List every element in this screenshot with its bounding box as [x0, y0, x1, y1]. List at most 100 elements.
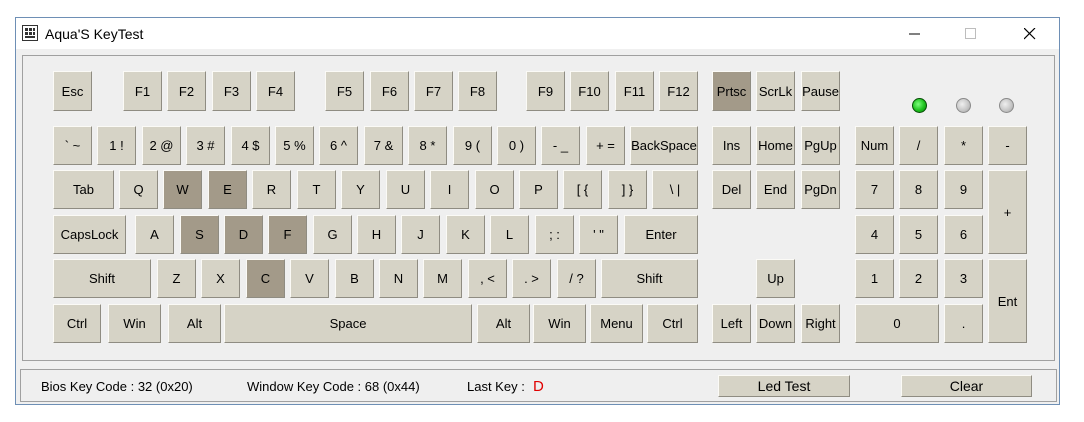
close-button[interactable]	[1007, 18, 1053, 49]
led-test-button[interactable]: Led Test	[718, 375, 850, 397]
key-2-18[interactable]: 2 @	[142, 126, 181, 165]
key-shift-85[interactable]: Shift	[601, 259, 698, 298]
key-b-79[interactable]: B	[335, 259, 374, 298]
key-z-75[interactable]: Z	[157, 259, 196, 298]
key-symbol-34[interactable]: /	[899, 126, 938, 165]
key-pgup-32[interactable]: PgUp	[801, 126, 840, 165]
key-y-43[interactable]: Y	[341, 170, 380, 209]
key-up-86[interactable]: Up	[756, 259, 795, 298]
key-alt-95[interactable]: Alt	[477, 304, 530, 343]
key-1-17[interactable]: 1 !	[97, 126, 136, 165]
key-shift-74[interactable]: Shift	[53, 259, 151, 298]
key-t-42[interactable]: T	[297, 170, 336, 209]
key-v-78[interactable]: V	[290, 259, 329, 298]
key-c-77[interactable]: C	[246, 259, 285, 298]
key-scrlk-14[interactable]: ScrLk	[756, 71, 795, 111]
key-menu-97[interactable]: Menu	[590, 304, 643, 343]
key-right-101[interactable]: Right	[801, 304, 840, 343]
key-f5-5[interactable]: F5	[325, 71, 364, 111]
key-f12-12[interactable]: F12	[659, 71, 698, 111]
key-q-38[interactable]: Q	[119, 170, 158, 209]
key-s-60[interactable]: S	[180, 215, 219, 254]
key-8-55[interactable]: 8	[899, 170, 938, 209]
key-0-26[interactable]: 0 )	[497, 126, 536, 165]
key-9-25[interactable]: 9 (	[453, 126, 492, 165]
key-2-88[interactable]: 2	[899, 259, 938, 298]
key-symbol-82[interactable]: , <	[468, 259, 507, 298]
key-i-45[interactable]: I	[430, 170, 469, 209]
key-symbol-69[interactable]: ' "	[579, 215, 618, 254]
key-ent-90[interactable]: Ent	[988, 259, 1027, 343]
key-pgdn-53[interactable]: PgDn	[801, 170, 840, 209]
key-6-22[interactable]: 6 ^	[319, 126, 358, 165]
key-7-23[interactable]: 7 &	[364, 126, 403, 165]
title-bar[interactable]: Aqua'S KeyTest	[16, 18, 1059, 49]
key-5-21[interactable]: 5 %	[275, 126, 314, 165]
key-esc-0[interactable]: Esc	[53, 71, 92, 111]
key-w-39[interactable]: W	[163, 170, 202, 209]
key-symbol-84[interactable]: / ?	[557, 259, 596, 298]
key-f8-8[interactable]: F8	[458, 71, 497, 111]
minimize-button[interactable]	[892, 18, 938, 49]
key-7-54[interactable]: 7	[855, 170, 894, 209]
key-left-99[interactable]: Left	[712, 304, 751, 343]
key-f-62[interactable]: F	[268, 215, 307, 254]
key-pause-15[interactable]: Pause	[801, 71, 840, 111]
key-d-61[interactable]: D	[224, 215, 263, 254]
key-symbol-48[interactable]: [ {	[563, 170, 602, 209]
key-g-63[interactable]: G	[313, 215, 352, 254]
key-alt-93[interactable]: Alt	[168, 304, 221, 343]
maximize-button[interactable]	[948, 18, 994, 49]
key-backspace-29[interactable]: BackSpace	[630, 126, 698, 165]
key-9-56[interactable]: 9	[944, 170, 983, 209]
key-symbol-103[interactable]: .	[944, 304, 983, 343]
key-win-96[interactable]: Win	[533, 304, 586, 343]
key-win-92[interactable]: Win	[108, 304, 161, 343]
key-l-67[interactable]: L	[490, 215, 529, 254]
key-prtsc-13[interactable]: Prtsc	[712, 71, 751, 111]
key-symbol-57[interactable]: +	[988, 170, 1027, 254]
key-8-24[interactable]: 8 *	[408, 126, 447, 165]
key-x-76[interactable]: X	[201, 259, 240, 298]
key-a-59[interactable]: A	[135, 215, 174, 254]
key-symbol-68[interactable]: ; :	[535, 215, 574, 254]
key-4-71[interactable]: 4	[855, 215, 894, 254]
key-4-20[interactable]: 4 $	[231, 126, 270, 165]
key-k-66[interactable]: K	[446, 215, 485, 254]
key-5-72[interactable]: 5	[899, 215, 938, 254]
key-tab-37[interactable]: Tab	[53, 170, 114, 209]
key-num-33[interactable]: Num	[855, 126, 894, 165]
clear-button[interactable]: Clear	[901, 375, 1032, 397]
key-3-89[interactable]: 3	[944, 259, 983, 298]
key-symbol-16[interactable]: ` ~	[53, 126, 92, 165]
key-6-73[interactable]: 6	[944, 215, 983, 254]
key-f10-10[interactable]: F10	[570, 71, 609, 111]
key-p-47[interactable]: P	[519, 170, 558, 209]
key-symbol-50[interactable]: \ |	[652, 170, 698, 209]
key-n-80[interactable]: N	[379, 259, 418, 298]
key-symbol-28[interactable]: + =	[586, 126, 625, 165]
key-f2-2[interactable]: F2	[167, 71, 206, 111]
key-symbol-36[interactable]: -	[988, 126, 1027, 165]
key-capslock-58[interactable]: CapsLock	[53, 215, 126, 254]
key-down-100[interactable]: Down	[756, 304, 795, 343]
key-symbol-35[interactable]: *	[944, 126, 983, 165]
key-f11-11[interactable]: F11	[615, 71, 654, 111]
key-3-19[interactable]: 3 #	[186, 126, 225, 165]
key-f9-9[interactable]: F9	[526, 71, 565, 111]
key-f4-4[interactable]: F4	[256, 71, 295, 111]
key-f7-7[interactable]: F7	[414, 71, 453, 111]
key-j-65[interactable]: J	[401, 215, 440, 254]
key-h-64[interactable]: H	[357, 215, 396, 254]
key-ins-30[interactable]: Ins	[712, 126, 751, 165]
key-enter-70[interactable]: Enter	[624, 215, 698, 254]
key-0-102[interactable]: 0	[855, 304, 939, 343]
key-ctrl-98[interactable]: Ctrl	[647, 304, 698, 343]
key-symbol-27[interactable]: - _	[541, 126, 580, 165]
key-r-41[interactable]: R	[252, 170, 291, 209]
key-f6-6[interactable]: F6	[370, 71, 409, 111]
key-symbol-49[interactable]: ] }	[608, 170, 647, 209]
key-f1-1[interactable]: F1	[123, 71, 162, 111]
key-m-81[interactable]: M	[423, 259, 462, 298]
key-1-87[interactable]: 1	[855, 259, 894, 298]
